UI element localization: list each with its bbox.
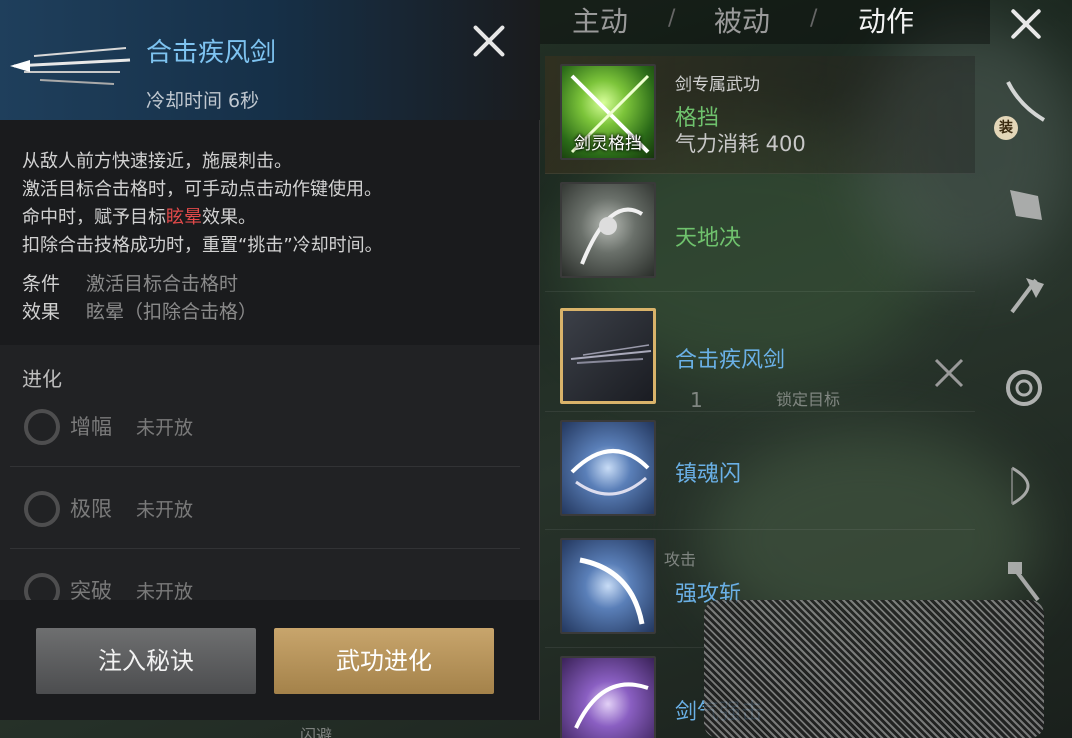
skill-name: 合击疾风剑 bbox=[675, 348, 786, 373]
skill-detail-header: 合击疾风剑 冷却时间 6秒 bbox=[0, 0, 540, 120]
evolution-item-breakthrough[interactable]: 突破 未开放 bbox=[10, 551, 520, 600]
effect-label: 效果 bbox=[22, 301, 61, 323]
skill-row-joint-gale-sword[interactable]: 合击疾风剑 bbox=[545, 292, 975, 412]
breakthrough-icon bbox=[24, 573, 60, 600]
parry-skill-icon: 剑灵格挡 bbox=[560, 64, 656, 160]
evolution-name: 增幅 bbox=[70, 415, 112, 439]
desc-line: 扣除合击技格成功时，重置“挑击”冷却时间。 bbox=[22, 235, 383, 256]
heaven-earth-skill-icon bbox=[560, 182, 656, 278]
skill-title: 合击疾风剑 bbox=[146, 38, 277, 68]
skill-icon-label: 剑灵格挡 bbox=[574, 134, 642, 154]
inject-secret-button[interactable]: 注入秘诀 bbox=[36, 628, 256, 694]
desc-text: 效果。 bbox=[202, 207, 256, 228]
skill-name: 镇魂闪 bbox=[675, 462, 742, 487]
skill-name: 天地决 bbox=[675, 226, 742, 251]
skill-description: 从敌人前方快速接近，施展刺击。 激活目标合击格时，可手动点击动作键使用。 命中时… bbox=[22, 148, 522, 260]
dodge-hint[interactable]: 闪避 bbox=[300, 722, 332, 738]
skill-row-soul-flash[interactable]: 镇魂闪 bbox=[545, 412, 975, 530]
desc-line: 从敌人前方快速接近，施展刺击。 bbox=[22, 151, 292, 172]
bow-weapon-icon[interactable] bbox=[1000, 462, 1048, 510]
evolution-item-amplify[interactable]: 增幅 未开放 bbox=[10, 387, 520, 467]
desc-line: 激活目标合击格时，可手动点击动作键使用。 bbox=[22, 179, 382, 200]
desc-text: 命中时，赋予目标 bbox=[22, 207, 166, 228]
joint-gale-sword-skill-icon bbox=[560, 308, 656, 404]
axe-weapon-icon[interactable] bbox=[1000, 270, 1048, 318]
evolution-status: 未开放 bbox=[136, 581, 194, 600]
close-window-button[interactable] bbox=[1004, 2, 1048, 46]
skill-row-heaven-earth[interactable]: 天地决 bbox=[545, 174, 975, 292]
condition-value: 激活目标合击格时 bbox=[86, 273, 239, 295]
evolution-item-limit[interactable]: 极限 未开放 bbox=[10, 469, 520, 549]
skill-tabs: 主动 / 被动 / 动作 bbox=[540, 0, 990, 44]
evolution-status: 未开放 bbox=[136, 499, 194, 521]
soul-flash-skill-icon bbox=[560, 420, 656, 516]
hammer-weapon-icon[interactable] bbox=[1000, 558, 1048, 606]
skill-detail-panel: 合击疾风剑 冷却时间 6秒 从敌人前方快速接近，施展刺击。 激活目标合击格时，可… bbox=[0, 0, 540, 720]
skill-evolve-button[interactable]: 武功进化 bbox=[274, 628, 494, 694]
skill-conditions: 条件 激活目标合击格时 效果 眩晕（扣除合击格） bbox=[22, 270, 257, 326]
tab-divider: / bbox=[810, 6, 818, 31]
skill-cost: 气力消耗 400 bbox=[675, 132, 806, 156]
condition-label: 条件 bbox=[22, 273, 61, 295]
limit-icon bbox=[24, 491, 60, 527]
desc-line: 命中时，赋予目标眩晕效果。 bbox=[22, 204, 522, 232]
tab-active-skills[interactable]: 主动 bbox=[558, 0, 642, 40]
evolution-name: 突破 bbox=[70, 579, 112, 600]
close-panel-button[interactable] bbox=[468, 20, 510, 62]
equipped-badge: 装 bbox=[994, 116, 1018, 140]
tab-passive-skills[interactable]: 被动 bbox=[700, 0, 784, 40]
skill-cooldown: 冷却时间 6秒 bbox=[146, 90, 260, 112]
power-slash-skill-icon bbox=[560, 538, 656, 634]
stun-keyword: 眩晕 bbox=[166, 207, 202, 228]
spiral-weapon-icon[interactable] bbox=[1000, 364, 1048, 412]
sword-qi-strike-skill-icon bbox=[560, 656, 656, 738]
effect-value: 眩晕（扣除合击格） bbox=[86, 301, 258, 323]
tab-action-skills[interactable]: 动作 bbox=[844, 0, 928, 40]
amplify-icon bbox=[24, 409, 60, 445]
skill-category: 剑专属武功 bbox=[675, 75, 760, 95]
obscured-region bbox=[704, 600, 1044, 738]
weapon-sidebar: 装 bbox=[990, 70, 1060, 630]
evolution-name: 极限 bbox=[70, 497, 112, 521]
skill-row-parry[interactable]: 剑灵格挡 剑专属武功 格挡 气力消耗 400 bbox=[545, 56, 975, 174]
gauntlet-weapon-icon[interactable] bbox=[1000, 180, 1048, 228]
sword-gale-icon bbox=[10, 26, 134, 98]
tab-divider: / bbox=[668, 6, 676, 31]
evolution-section: 进化 增幅 未开放 极限 未开放 突破 未开放 bbox=[0, 345, 540, 600]
evolution-status: 未开放 bbox=[136, 417, 194, 439]
